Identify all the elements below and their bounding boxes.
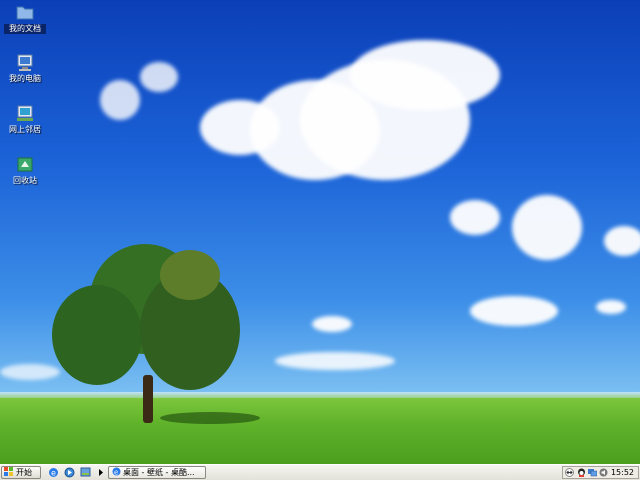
cloud	[512, 195, 582, 260]
show-desktop-icon[interactable]	[80, 467, 91, 478]
tree-trunk	[143, 375, 153, 423]
taskbar-window-label: 桌面 - 壁纸 - 桌酷...	[123, 468, 195, 477]
cloud	[350, 40, 500, 110]
cloud	[140, 62, 178, 92]
ie-icon[interactable]: e	[48, 467, 59, 478]
desktop-icon-label: 网上邻居	[9, 125, 41, 134]
svg-text:e: e	[51, 469, 56, 478]
svg-text:e: e	[114, 469, 118, 477]
taskbar-window-button[interactable]: e 桌面 - 壁纸 - 桌酷...	[108, 466, 206, 479]
desktop-icon-recycle-bin[interactable]: 回收站	[4, 156, 46, 186]
desktop-icon-my-documents[interactable]: 我的文档	[4, 4, 46, 34]
tray-network-icon[interactable]	[588, 468, 598, 477]
tray-volume-icon[interactable]	[599, 468, 608, 477]
tray-qq-icon[interactable]	[577, 468, 586, 477]
cloud	[450, 200, 500, 235]
cloud	[275, 352, 395, 370]
cloud	[0, 364, 60, 380]
cloud	[312, 316, 352, 332]
media-icon[interactable]	[64, 467, 75, 478]
desktop-wallpaper: 我的文档 我的电脑 网上邻居 回收站	[0, 0, 640, 464]
ie-small-icon: e	[112, 467, 121, 478]
cloud	[596, 300, 626, 314]
folder-icon	[16, 4, 34, 22]
tray-expand-icon[interactable]	[565, 468, 574, 477]
desktop-icon-my-computer[interactable]: 我的电脑	[4, 54, 46, 84]
cloud	[604, 226, 640, 256]
tree-foliage	[160, 250, 220, 300]
network-icon	[16, 105, 34, 123]
grass-field	[0, 398, 640, 464]
cloud	[470, 296, 558, 326]
computer-icon	[16, 54, 34, 72]
windows-logo-icon	[4, 466, 14, 479]
clock[interactable]: 15:52	[611, 468, 634, 477]
desktop-icon-network[interactable]: 网上邻居	[4, 105, 46, 135]
desktop-icon-label: 回收站	[13, 176, 37, 185]
tree-foliage	[52, 285, 142, 385]
desktop-icon-label: 我的文档	[4, 24, 46, 34]
desktop-icon-label: 我的电脑	[9, 74, 41, 83]
system-tray: 15:52	[562, 466, 639, 479]
taskbar: 开始 e e 桌面 - 壁纸 - 桌酷... 15:52	[0, 464, 640, 480]
tree-shadow	[160, 412, 260, 424]
recycle-bin-icon	[16, 156, 34, 174]
start-button[interactable]: 开始	[1, 466, 41, 479]
start-label: 开始	[16, 468, 32, 477]
cloud	[100, 80, 140, 120]
